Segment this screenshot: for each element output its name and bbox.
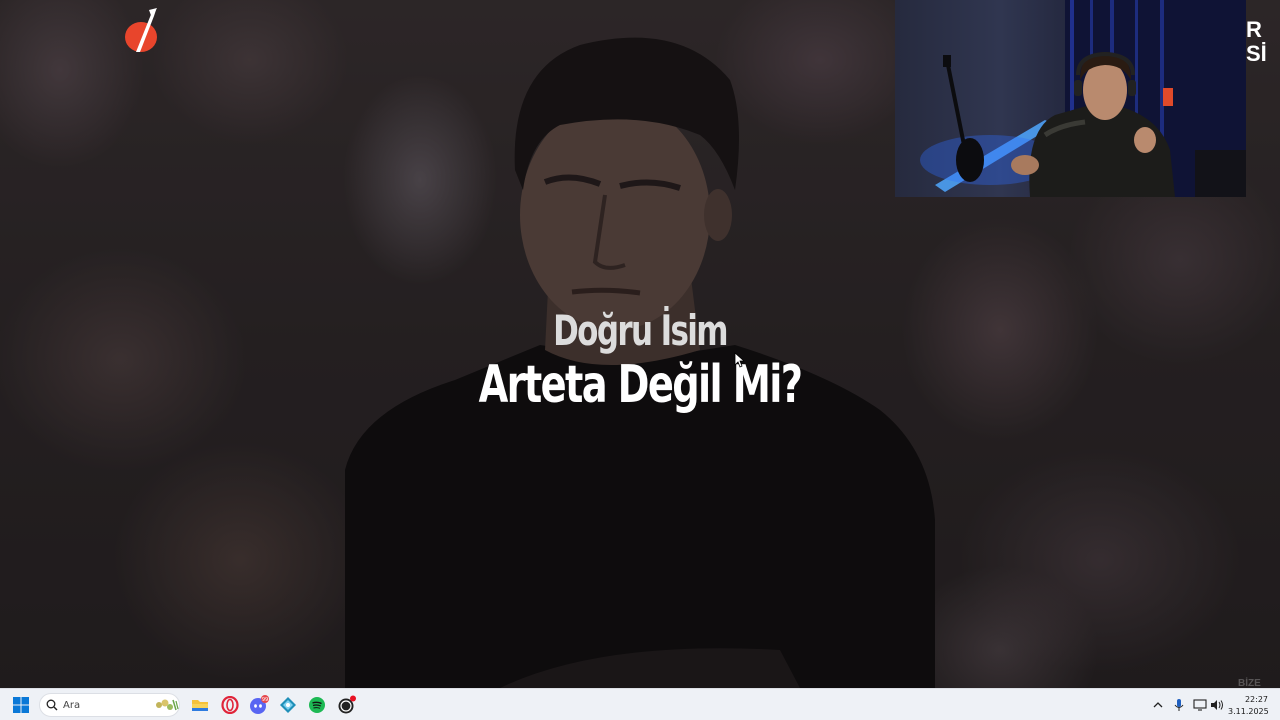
folder-icon (192, 700, 208, 711)
taskbar-app-opera[interactable] (218, 693, 242, 717)
discord-icon: 99 (250, 695, 269, 714)
windows-taskbar: 99 22:27 3. (0, 688, 1280, 720)
network-icon[interactable] (1192, 697, 1208, 713)
opera-icon (221, 696, 239, 714)
caption-line-1: Doğru İsim (553, 306, 728, 355)
taskbar-app-spotify[interactable] (305, 693, 329, 717)
tray-overflow-chevron-icon[interactable] (1150, 697, 1166, 713)
obs-icon (338, 695, 356, 714)
caption-line-2: Arteta Değil Mi? (478, 355, 804, 415)
side-overlay-letter-r: R (1246, 17, 1262, 42)
search-icon (46, 699, 58, 711)
taskbar-app-discord[interactable]: 99 (247, 693, 271, 717)
microphone-icon[interactable] (1171, 697, 1187, 713)
taskbar-clock[interactable]: 22:27 3.11.2025 (1228, 694, 1269, 718)
taskbar-app-cube[interactable] (276, 693, 300, 717)
clock-time: 22:27 (1244, 695, 1268, 704)
start-button[interactable] (8, 693, 34, 717)
channel-logo-icon (125, 8, 157, 52)
side-overlay-text: R Sİ (1246, 17, 1267, 66)
windows-logo-icon (13, 697, 29, 713)
mouse-cursor-icon (734, 352, 744, 368)
cube-app-icon (280, 697, 296, 713)
volume-icon[interactable] (1209, 697, 1225, 713)
search-highlight-icon (156, 699, 179, 711)
webcam-scene (920, 0, 1246, 197)
webcam-overlay (895, 0, 1246, 197)
taskbar-app-obs[interactable] (335, 693, 359, 717)
svg-text:99: 99 (262, 697, 268, 703)
side-overlay-letters-si: Sİ (1246, 41, 1267, 66)
spotify-icon (309, 697, 325, 713)
taskbar-app-file-explorer[interactable] (188, 693, 212, 717)
taskbar-search[interactable] (39, 693, 180, 717)
search-input[interactable] (63, 697, 143, 713)
watermark-text: BİZE (1238, 678, 1261, 688)
clock-date: 3.11.2025 (1228, 707, 1269, 716)
